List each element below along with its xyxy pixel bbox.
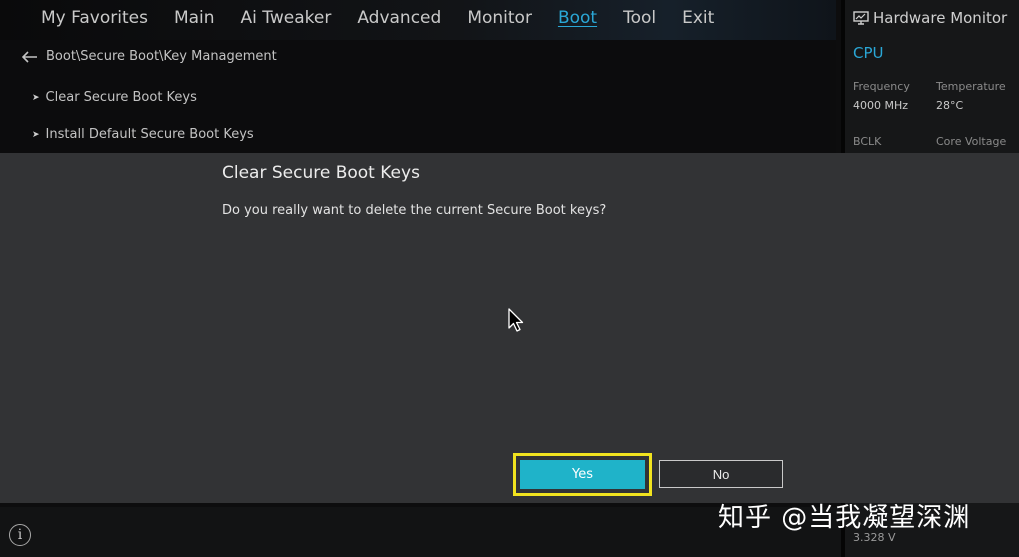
back-arrow-icon[interactable] [22, 50, 38, 63]
hardware-monitor-label: Hardware Monitor [873, 9, 1008, 27]
yes-button[interactable]: Yes [520, 460, 645, 489]
temperature-label: Temperature [936, 80, 1006, 93]
temperature-value: 28°C [936, 99, 964, 112]
dialog-message: Do you really want to delete the current… [222, 203, 607, 218]
monitor-icon [853, 11, 869, 25]
cpu-section-title: CPU [853, 44, 884, 62]
tab-boot[interactable]: Boot [558, 8, 597, 28]
watermark-text: 知乎 @当我凝望深渊 [718, 503, 971, 533]
dialog-title: Clear Secure Boot Keys [222, 163, 420, 183]
tab-tool[interactable]: Tool [623, 8, 656, 28]
breadcrumb[interactable]: Boot\Secure Boot\Key Management [22, 49, 277, 64]
caret-right-icon: ➤ [32, 129, 40, 140]
info-icon[interactable]: i [9, 524, 31, 546]
menu-item-label: Install Default Secure Boot Keys [45, 127, 254, 142]
tab-monitor[interactable]: Monitor [467, 8, 532, 28]
nav-tabs: My Favorites Main Ai Tweaker Advanced Mo… [28, 8, 727, 28]
confirm-dialog: Clear Secure Boot Keys Do you really wan… [0, 153, 1019, 503]
frequency-label: Frequency [853, 80, 910, 93]
tab-ai-tweaker[interactable]: Ai Tweaker [241, 8, 332, 28]
menu-item-clear-secure-boot-keys[interactable]: ➤ Clear Secure Boot Keys [32, 90, 197, 105]
tab-advanced[interactable]: Advanced [357, 8, 441, 28]
breadcrumb-path: Boot\Secure Boot\Key Management [46, 49, 277, 64]
tab-my-favorites[interactable]: My Favorites [41, 8, 148, 28]
caret-right-icon: ➤ [32, 92, 40, 103]
yes-button-focus-ring: Yes [513, 453, 652, 496]
menu-item-install-default-secure-boot-keys[interactable]: ➤ Install Default Secure Boot Keys [32, 127, 254, 142]
core-voltage-label: Core Voltage [936, 135, 1007, 148]
tab-main[interactable]: Main [174, 8, 215, 28]
bottom-bar: i [0, 507, 841, 557]
main-content: Boot\Secure Boot\Key Management ➤ Clear … [0, 40, 836, 153]
frequency-value: 4000 MHz [853, 99, 909, 112]
bclk-label: BCLK [853, 135, 882, 148]
menu-item-label: Clear Secure Boot Keys [45, 90, 197, 105]
top-navigation-bar: My Favorites Main Ai Tweaker Advanced Mo… [0, 0, 836, 40]
tab-exit[interactable]: Exit [682, 8, 714, 28]
mouse-cursor-icon [508, 308, 524, 332]
no-button[interactable]: No [659, 460, 783, 488]
hardware-monitor-title: Hardware Monitor [853, 9, 1007, 27]
